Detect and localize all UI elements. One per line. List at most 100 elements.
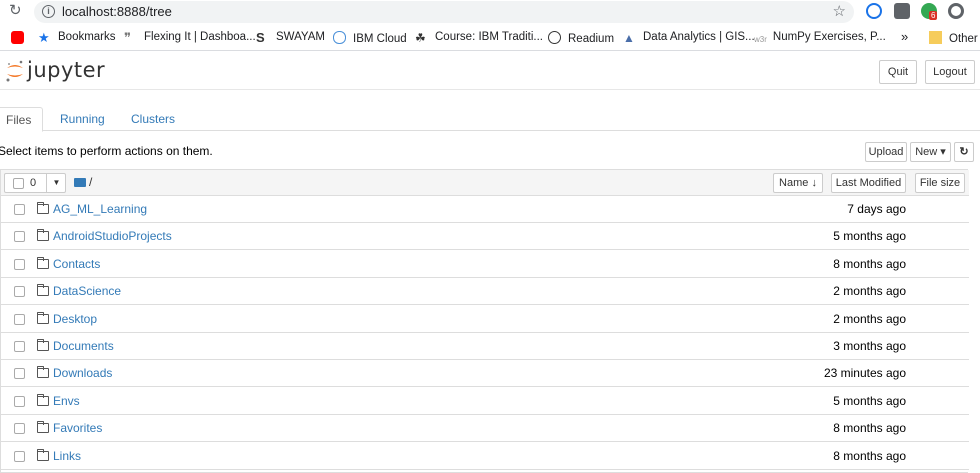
current-path[interactable]: / xyxy=(89,175,92,189)
row-checkbox[interactable] xyxy=(14,231,25,243)
folder-icon xyxy=(929,31,942,44)
item-last-modified: 2 months ago xyxy=(833,311,906,326)
item-last-modified: 5 months ago xyxy=(833,229,906,244)
swayam-icon: S xyxy=(256,30,265,45)
info-icon[interactable]: i xyxy=(42,5,55,18)
sort-name-button[interactable]: Name ↓ xyxy=(773,173,823,193)
list-item[interactable]: DataScience 2 months ago xyxy=(1,278,969,306)
row-checkbox[interactable] xyxy=(14,423,25,435)
list-item[interactable]: Contacts 8 months ago xyxy=(1,251,969,278)
upload-button[interactable]: Upload xyxy=(865,142,907,162)
item-name-link[interactable]: Downloads xyxy=(53,366,112,380)
list-item[interactable]: AndroidStudioProjects 5 months ago xyxy=(1,223,969,251)
item-last-modified: 23 minutes ago xyxy=(823,366,906,381)
bookmarks-overflow-icon[interactable]: » xyxy=(901,29,908,45)
url-text[interactable]: localhost:8888/tree xyxy=(62,4,172,19)
course-icon: ☘ xyxy=(415,31,426,45)
new-dropdown-button[interactable]: New ▾ xyxy=(910,142,951,162)
folder-icon xyxy=(37,366,49,379)
folder-icon xyxy=(37,393,49,406)
gis-icon: ▲ xyxy=(623,31,635,45)
jupyter-wordmark: jupyter xyxy=(27,58,106,82)
item-name-link[interactable]: Desktop xyxy=(53,312,97,326)
bookmark-readium[interactable]: Readium xyxy=(548,31,614,47)
youtube-icon[interactable] xyxy=(11,31,31,47)
folder-icon xyxy=(37,284,49,297)
item-name-link[interactable]: Envs xyxy=(53,394,80,408)
row-checkbox[interactable] xyxy=(14,395,25,407)
list-item[interactable]: Links 8 months ago xyxy=(1,443,969,470)
address-bar[interactable]: i localhost:8888/tree ☆ xyxy=(34,1,854,23)
bookmark-ibm-cloud[interactable]: IBM Cloud xyxy=(333,31,407,47)
selected-count: 0 xyxy=(30,177,37,189)
sort-file-size-button[interactable]: File size xyxy=(915,173,965,193)
folder-path-icon[interactable] xyxy=(74,178,86,187)
item-name-link[interactable]: Favorites xyxy=(53,421,102,435)
list-item[interactable]: AG_ML_Learning 7 days ago xyxy=(1,196,969,223)
tab-files[interactable]: Files xyxy=(0,107,43,132)
bookmark-data-analytics[interactable]: ▲ Data Analytics | GIS... xyxy=(623,31,755,47)
star-icon[interactable]: ☆ xyxy=(833,2,846,20)
globe-icon xyxy=(548,31,561,44)
list-item[interactable]: Favorites 8 months ago xyxy=(1,415,969,443)
reload-icon[interactable]: ↻ xyxy=(9,3,25,19)
cloud-icon xyxy=(333,31,346,44)
bookmark-swayam[interactable]: S SWAYAM xyxy=(256,31,325,47)
folder-icon xyxy=(37,229,49,242)
row-checkbox[interactable] xyxy=(14,286,25,298)
extension-icon-3[interactable]: 6 xyxy=(921,3,938,20)
item-name-link[interactable]: Documents xyxy=(53,339,114,353)
row-checkbox[interactable] xyxy=(14,258,25,270)
list-item[interactable]: Envs 5 months ago xyxy=(1,388,969,415)
item-last-modified: 3 months ago xyxy=(833,339,906,353)
select-all-checkbox[interactable] xyxy=(13,178,24,189)
row-checkbox[interactable] xyxy=(14,341,25,352)
jupyter-header: jupyter Quit Logout xyxy=(0,52,980,90)
item-name-link[interactable]: DataScience xyxy=(53,284,121,298)
quit-button[interactable]: Quit xyxy=(879,60,917,84)
flexing-icon: ❞ xyxy=(124,30,131,45)
item-last-modified: 8 months ago xyxy=(833,448,906,463)
folder-icon xyxy=(37,421,49,434)
star-icon: ★ xyxy=(38,30,50,45)
w3r-icon: w3r xyxy=(754,35,767,44)
extension-icon-2[interactable] xyxy=(894,3,910,19)
folder-icon xyxy=(37,339,49,351)
jupyter-logo-icon xyxy=(6,60,23,82)
logout-button[interactable]: Logout xyxy=(925,60,975,84)
refresh-button[interactable]: ↻ xyxy=(954,142,974,162)
tab-clusters[interactable]: Clusters xyxy=(123,107,183,132)
sort-last-modified-button[interactable]: Last Modified xyxy=(831,173,906,193)
select-dropdown-icon[interactable]: ▼ xyxy=(46,174,66,192)
select-all-control[interactable]: 0 ▼ xyxy=(4,173,66,193)
bookmark-flexing-it[interactable]: ❞ Flexing It | Dashboa... xyxy=(124,31,256,47)
item-name-link[interactable]: Contacts xyxy=(53,257,100,271)
bookmark-numpy[interactable]: w3r NumPy Exercises, P... xyxy=(754,31,886,47)
item-name-link[interactable]: Links xyxy=(53,449,81,463)
selection-hint: Select items to perform actions on them. xyxy=(0,144,213,158)
file-list: 0 ▼ / Name ↓ Last Modified File size AG_… xyxy=(0,169,969,473)
list-item[interactable]: Documents 3 months ago xyxy=(1,333,969,360)
bookmarks-bar: ★ Bookmarks ❞ Flexing It | Dashboa... S SWA… xyxy=(0,26,980,51)
bookmark-course-ibm[interactable]: ☘ Course: IBM Traditi... xyxy=(415,31,543,47)
bookmark-other[interactable]: Other b xyxy=(929,31,980,47)
row-checkbox[interactable] xyxy=(14,368,25,380)
item-name-link[interactable]: AG_ML_Learning xyxy=(53,202,147,216)
tab-bar: Files Running Clusters xyxy=(0,107,980,132)
row-checkbox[interactable] xyxy=(14,204,25,215)
row-checkbox[interactable] xyxy=(14,450,25,462)
folder-icon xyxy=(37,448,49,461)
tab-running[interactable]: Running xyxy=(52,107,113,132)
bookmark-bookmarks[interactable]: ★ Bookmarks xyxy=(38,31,116,47)
extension-icon-4[interactable] xyxy=(948,3,964,19)
item-last-modified: 8 months ago xyxy=(833,421,906,436)
extension-badge: 6 xyxy=(929,11,938,20)
row-checkbox[interactable] xyxy=(14,313,25,325)
list-item[interactable]: Desktop 2 months ago xyxy=(1,306,969,333)
file-list-header: 0 ▼ / Name ↓ Last Modified File size xyxy=(1,170,969,196)
extension-icon-1[interactable] xyxy=(866,3,882,19)
list-item[interactable]: Downloads 23 minutes ago xyxy=(1,360,969,388)
item-name-link[interactable]: AndroidStudioProjects xyxy=(53,229,172,243)
item-last-modified: 7 days ago xyxy=(847,202,906,216)
folder-icon xyxy=(37,202,49,214)
